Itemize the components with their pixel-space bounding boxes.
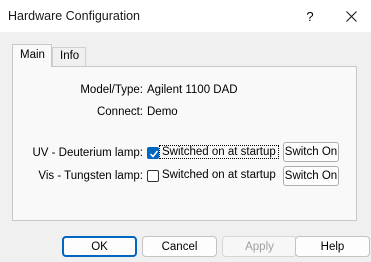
tab-info[interactable]: Info [52,47,86,66]
cancel-button[interactable]: Cancel [142,236,217,257]
help-question-label: ? [306,8,314,24]
connect-value: Demo [147,106,178,118]
help-question-button[interactable]: ? [290,0,330,32]
uv-lamp-switch-on-button[interactable]: Switch On [283,142,339,162]
model-type-label: Model/Type: [80,84,143,96]
hardware-configuration-dialog: Hardware Configuration ? Main Info Model… [0,0,371,262]
vis-lamp-startup-checkbox[interactable] [147,170,159,182]
close-button[interactable] [331,0,371,32]
apply-button[interactable]: Apply [222,236,297,257]
uv-lamp-label: UV - Deuterium lamp: [32,147,143,159]
vis-lamp-startup-checkbox-label[interactable]: Switched on at startup [160,169,278,181]
uv-lamp-startup-checkbox[interactable] [147,147,159,159]
tab-info-label: Info [60,50,80,62]
connect-label: Connect: [96,106,143,118]
vis-lamp-switch-on-button[interactable]: Switch On [283,166,339,186]
apply-button-label: Apply [245,240,274,253]
uv-lamp-startup-checkbox-label[interactable]: Switched on at startup [159,145,279,159]
cancel-button-label: Cancel [161,240,198,253]
help-button-label: Help [320,240,345,253]
uv-lamp-switch-on-label: Switch On [284,146,338,158]
close-icon [345,10,357,22]
vis-lamp-label: Vis - Tungsten lamp: [38,170,143,182]
vis-lamp-switch-on-label: Switch On [284,170,338,182]
tab-main[interactable]: Main [12,44,52,67]
window-title: Hardware Configuration [8,9,141,23]
title-bar: Hardware Configuration ? [0,0,371,32]
model-type-value: Agilent 1100 DAD [147,84,238,96]
checkmark-icon [149,150,159,158]
ok-button-label: OK [91,240,108,253]
ok-button[interactable]: OK [62,236,137,257]
tab-main-label: Main [20,49,45,61]
help-button[interactable]: Help [295,236,370,257]
main-tab-panel: Model/Type: Agilent 1100 DAD Connect: De… [12,66,357,221]
